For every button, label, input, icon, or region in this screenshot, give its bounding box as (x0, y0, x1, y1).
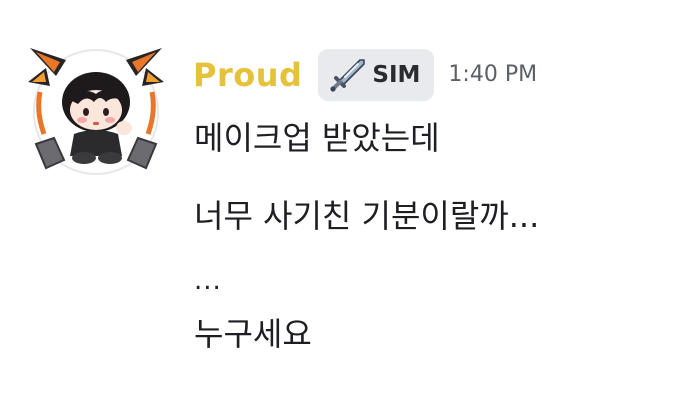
message-text-line: ... (194, 266, 222, 296)
chibi-character-avatar-icon (28, 48, 164, 175)
sword-icon (330, 59, 366, 92)
chat-message: Proud SIM 1:40 PM 메이크업 받았는데 너무 사기친 기분이랄까… (0, 0, 675, 402)
message-text-line: 누구세요 (194, 315, 312, 353)
message-timestamp[interactable]: 1:40 PM (448, 64, 537, 86)
username[interactable]: Proud (193, 59, 302, 91)
message-text-line: 너무 사기친 기분이랄까... (194, 197, 540, 235)
server-tag-badge[interactable]: SIM (318, 49, 435, 101)
avatar[interactable] (26, 42, 166, 182)
message-header: Proud SIM 1:40 PM (193, 47, 537, 103)
message-text-line: 메이크업 받았는데 (194, 119, 440, 157)
server-tag-label: SIM (372, 61, 421, 88)
